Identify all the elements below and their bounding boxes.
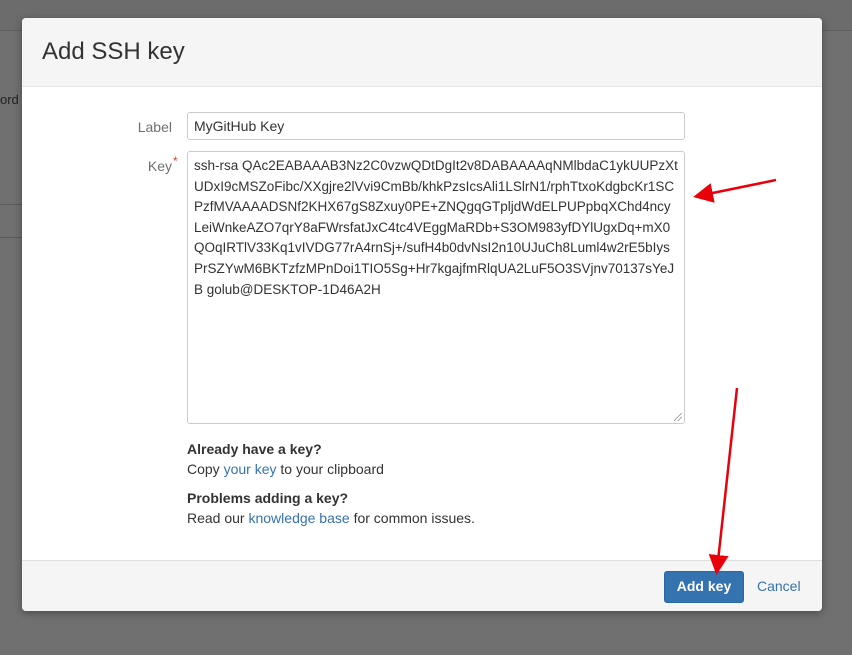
your-key-link[interactable]: your key <box>224 461 277 477</box>
knowledge-base-link[interactable]: knowledge base <box>248 510 349 526</box>
dialog-header: Add SSH key <box>22 18 822 87</box>
copy-suffix: to your clipboard <box>280 461 384 477</box>
copy-key-text: Copy your key to your clipboard <box>187 461 384 477</box>
already-have-key-heading: Already have a key? <box>187 441 322 457</box>
dialog-title: Add SSH key <box>42 38 185 65</box>
add-ssh-key-dialog: Add SSH key Label Key * ssh-rsa QAc2EABA… <box>22 18 822 611</box>
cancel-button[interactable]: Cancel <box>757 571 801 601</box>
key-field-label: Key <box>147 158 172 174</box>
resize-grip-icon[interactable] <box>674 413 682 421</box>
add-key-button[interactable]: Add key <box>664 571 744 603</box>
read-knowledge-text: Read our knowledge base for common issue… <box>187 510 475 526</box>
background-divider <box>0 237 22 238</box>
key-textarea-value: ssh-rsa QAc2EABAAAB3Nz2C0vzwQDtDgIt2v8DA… <box>194 158 678 297</box>
key-textarea[interactable]: ssh-rsa QAc2EABAAAB3Nz2C0vzwQDtDgIt2v8DA… <box>187 151 685 424</box>
required-marker: * <box>173 154 178 168</box>
read-suffix: for common issues. <box>353 510 475 526</box>
problems-heading: Problems adding a key? <box>187 490 349 506</box>
background-text-fragment: ord <box>0 92 19 107</box>
read-prefix: Read our <box>187 510 245 526</box>
label-input[interactable] <box>187 112 685 140</box>
copy-prefix: Copy <box>187 461 220 477</box>
background-divider <box>0 204 22 205</box>
label-field-label: Label <box>137 119 172 135</box>
dialog-footer: Add key Cancel <box>22 560 822 611</box>
